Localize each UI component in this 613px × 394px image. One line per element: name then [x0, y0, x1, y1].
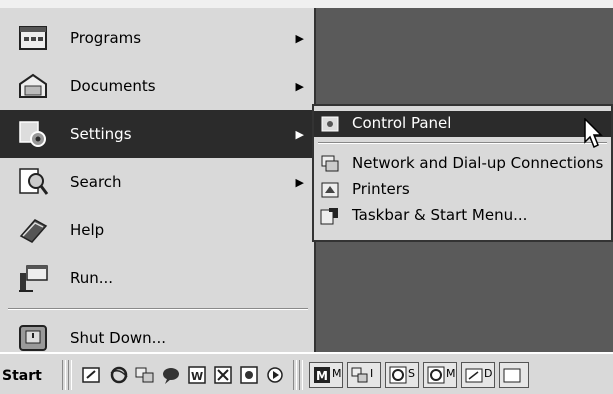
printers-icon — [320, 180, 340, 200]
folder-window-icon — [465, 368, 483, 383]
desktop-top-strip — [0, 0, 613, 8]
menu-separator — [8, 308, 308, 310]
start-menu: Programs ▶ Documents ▶ Settings ▶ Search… — [0, 8, 316, 352]
taskbar-window-label: D — [484, 367, 493, 380]
browser-window-icon — [427, 366, 445, 384]
svg-text:W: W — [191, 370, 203, 383]
taskbar-window-label: M — [446, 367, 456, 380]
taskbar-divider — [68, 360, 72, 390]
window-icon — [503, 368, 521, 383]
internet-explorer-icon[interactable] — [108, 364, 130, 386]
taskbar-window-button[interactable]: M — [423, 362, 457, 388]
settings-submenu: Control Panel Network and Dial-up Connec… — [312, 104, 613, 242]
menu-item-settings[interactable]: Settings ▶ — [0, 110, 314, 158]
submenu-item-label: Network and Dial-up Connections — [352, 154, 604, 172]
programs-icon — [16, 21, 50, 55]
taskbar-window-label: I — [370, 367, 374, 380]
taskbar-divider — [299, 360, 303, 390]
taskbar-window-button[interactable]: M M — [309, 362, 343, 388]
word-icon[interactable]: W — [186, 364, 208, 386]
svg-text:M: M — [316, 369, 328, 383]
control-panel-icon — [320, 114, 340, 134]
network-connections-icon[interactable] — [134, 364, 156, 386]
menu-item-documents[interactable]: Documents ▶ — [0, 62, 314, 110]
submenu-item-label: Printers — [352, 180, 410, 198]
taskbar-window-label: S — [408, 367, 415, 380]
menu-item-label: Documents — [70, 77, 156, 95]
taskbar-settings-icon — [320, 206, 340, 226]
submenu-arrow-icon: ▶ — [295, 31, 304, 45]
network-icon — [320, 154, 340, 174]
documents-icon — [16, 69, 50, 103]
shutdown-icon — [16, 321, 50, 355]
spreadsheet-icon[interactable] — [212, 364, 234, 386]
chat-icon[interactable] — [160, 364, 182, 386]
menu-item-search[interactable]: Search ▶ — [0, 158, 314, 206]
taskbar-window-button[interactable]: D — [461, 362, 495, 388]
submenu-item-taskbar-start-menu[interactable]: Taskbar & Start Menu... — [314, 203, 611, 229]
taskbar-window-button[interactable] — [499, 362, 529, 388]
taskbar-window-button[interactable]: S — [385, 362, 419, 388]
menu-item-label: Settings — [70, 125, 132, 143]
menu-item-label: Programs — [70, 29, 142, 47]
submenu-item-printers[interactable]: Printers — [314, 177, 611, 203]
submenu-item-label: Control Panel — [352, 114, 452, 132]
browser-window-icon — [389, 366, 407, 384]
taskbar-divider — [62, 360, 66, 390]
submenu-arrow-icon: ▶ — [295, 175, 304, 189]
desktop-shortcut-icon[interactable] — [80, 364, 102, 386]
taskbar-window-button[interactable]: I — [347, 362, 381, 388]
media-player-icon[interactable] — [264, 364, 286, 386]
menu-item-label: Shut Down... — [70, 329, 166, 347]
menu-item-label: Run... — [70, 269, 114, 287]
submenu-item-network[interactable]: Network and Dial-up Connections — [314, 151, 611, 177]
start-button[interactable]: Start — [0, 364, 52, 388]
submenu-item-label: Taskbar & Start Menu... — [352, 206, 528, 224]
submenu-arrow-icon: ▶ — [295, 79, 304, 93]
menu-item-programs[interactable]: Programs ▶ — [0, 14, 314, 62]
search-icon — [16, 165, 50, 199]
submenu-separator — [318, 142, 607, 144]
taskbar-divider — [293, 360, 297, 390]
taskbar-window-label: M — [332, 367, 342, 380]
presentation-icon[interactable] — [238, 364, 260, 386]
settings-icon — [16, 117, 50, 151]
help-icon — [16, 213, 50, 247]
menu-item-help[interactable]: Help — [0, 206, 314, 254]
submenu-item-control-panel[interactable]: Control Panel — [314, 111, 611, 137]
menu-item-label: Search — [70, 173, 122, 191]
taskbar: Start W M M I S M D — [0, 352, 613, 394]
run-icon — [16, 261, 50, 295]
menu-item-label: Help — [70, 221, 105, 239]
network-window-icon — [351, 367, 368, 383]
submenu-arrow-icon: ▶ — [295, 127, 304, 141]
menu-item-run[interactable]: Run... — [0, 254, 314, 302]
mouse-cursor-icon — [584, 118, 603, 149]
media-window-icon: M — [314, 367, 330, 383]
